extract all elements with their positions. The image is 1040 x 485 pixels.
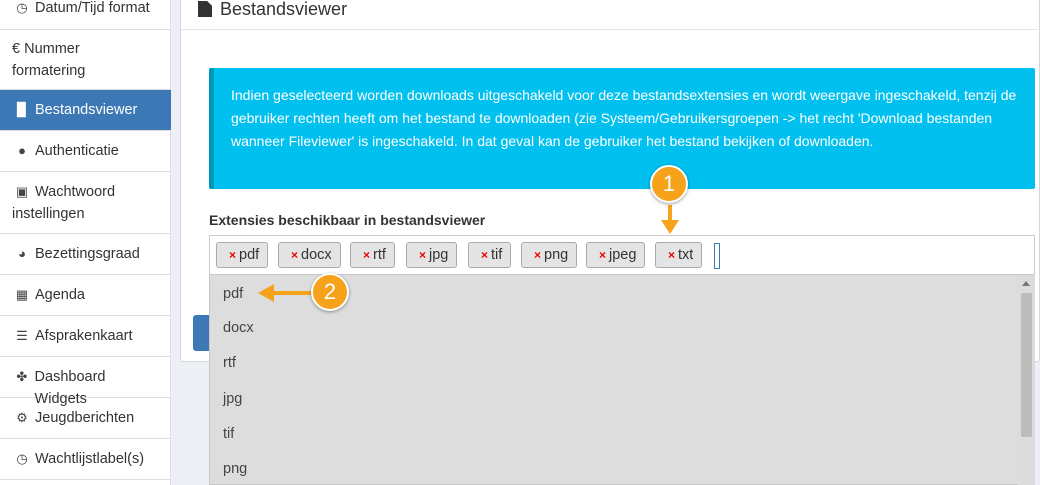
tag-search-input[interactable]	[714, 243, 720, 269]
remove-tag-button[interactable]: ×	[534, 248, 541, 262]
sidebar-item-bezettingsgraad[interactable]: ◕ Bezettingsgraad	[0, 234, 171, 275]
info-text: Indien geselecteerd worden downloads uit…	[231, 87, 1017, 149]
remove-tag-button[interactable]: ×	[668, 248, 675, 262]
sidebar-item-label: Authenticatie	[35, 143, 119, 159]
callout-badge-2: 2	[311, 273, 349, 311]
sidebar-item-label: Bestandsviewer	[35, 102, 138, 118]
gear-icon: ⚙	[16, 410, 28, 425]
remove-tag-button[interactable]: ×	[481, 248, 488, 262]
sidebar-item-datum-tijd-format[interactable]: ◷ Datum/Tijd format	[0, 0, 171, 30]
sidebar-item-nummer-formatering[interactable]: € Nummer formatering	[0, 30, 171, 90]
sidebar-item-agenda[interactable]: ▦ Agenda	[0, 275, 171, 316]
puzzle-icon: ✤	[16, 369, 28, 384]
remove-tag-button[interactable]: ×	[419, 248, 426, 262]
sidebar-item-label: Bezettingsgraad	[35, 246, 140, 262]
calendar-icon: ▦	[15, 287, 29, 302]
dropdown-option[interactable]: pdf	[223, 286, 243, 302]
remove-tag-button[interactable]: ×	[363, 248, 370, 262]
tag-pdf: × pdf	[216, 242, 269, 268]
clock-icon: ◷	[16, 0, 28, 15]
sidebar-item-label: € Nummer formatering	[12, 41, 86, 79]
panel-header: Bestandsviewer	[181, 0, 1040, 30]
dropdown-option[interactable]: rtf	[223, 355, 236, 371]
sidebar-item-label: Jeugdberichten	[35, 410, 135, 426]
document-icon	[198, 1, 212, 17]
remove-tag-button[interactable]: ×	[599, 248, 606, 262]
list-icon: ☰	[16, 328, 28, 343]
sidebar-item-dashboard-widgets[interactable]: ✤ Dashboard Widgets	[0, 357, 171, 407]
lock-icon: ▣	[15, 184, 29, 199]
tag-docx: × docx	[278, 242, 341, 268]
page-title: Bestandsviewer	[220, 0, 348, 19]
sidebar-item-label: Wachtlijstlabel(s)	[35, 451, 145, 467]
extensions-tag-input[interactable]: × pdf × docx × rtf × jpg × tif × png × jpeg × tx…	[209, 235, 1035, 275]
scroll-thumb[interactable]	[1021, 293, 1032, 437]
dropdown-option[interactable]: tif	[223, 426, 234, 442]
sidebar-item-wachtlijstlabels[interactable]: ◷ Wachtlijstlabel(s)	[0, 439, 171, 480]
tag-tif: × tif	[468, 242, 512, 268]
remove-tag-button[interactable]: ×	[291, 248, 298, 262]
sidebar-item-label: ▣ Wachtwoord instellingen	[12, 181, 132, 225]
sidebar-item-label: Afsprakenkaart	[35, 328, 133, 344]
clock-icon: ◷	[16, 451, 28, 466]
info-callout: Indien geselecteerd worden downloads uit…	[209, 68, 1035, 189]
pie-chart-icon: ◕	[18, 246, 26, 261]
sidebar: ◷ Datum/Tijd format € Nummer formatering…	[0, 0, 171, 485]
file-icon: ▉	[17, 102, 27, 117]
user-icon: ●	[18, 143, 26, 158]
tag-rtf: × rtf	[350, 242, 395, 268]
sidebar-item-label: Datum/Tijd format	[35, 0, 150, 16]
dropdown-option[interactable]: docx	[223, 320, 254, 336]
dropdown-scrollbar[interactable]	[1018, 275, 1035, 485]
sidebar-item-jeugdberichten[interactable]: ⚙ Jeugdberichten	[0, 398, 171, 439]
callout-arrow-2	[258, 284, 312, 302]
dropdown-option[interactable]: png	[223, 461, 247, 477]
tag-jpg: × jpg	[406, 242, 458, 268]
tag-jpeg: × jpeg	[586, 242, 646, 268]
remove-tag-button[interactable]: ×	[229, 248, 236, 262]
sidebar-item-bestandsviewer[interactable]: ▉ Bestandsviewer	[0, 90, 171, 131]
sidebar-item-authenticatie[interactable]: ● Authenticatie	[0, 131, 171, 172]
sidebar-item-label: Agenda	[35, 287, 85, 303]
dropdown-option[interactable]: jpg	[223, 391, 242, 407]
extensions-field-label: Extensies beschikbaar in bestandsviewer	[209, 212, 486, 228]
scroll-up-icon[interactable]	[1022, 281, 1030, 286]
callout-badge-1: 1	[650, 165, 688, 203]
sidebar-item-afsprakenkaart[interactable]: ☰ Afsprakenkaart	[0, 316, 171, 357]
sidebar-item-wachtwoord-instellingen[interactable]: ▣ Wachtwoord instellingen	[0, 172, 171, 234]
tag-png: × png	[521, 242, 578, 268]
tag-txt: × txt	[655, 242, 703, 268]
